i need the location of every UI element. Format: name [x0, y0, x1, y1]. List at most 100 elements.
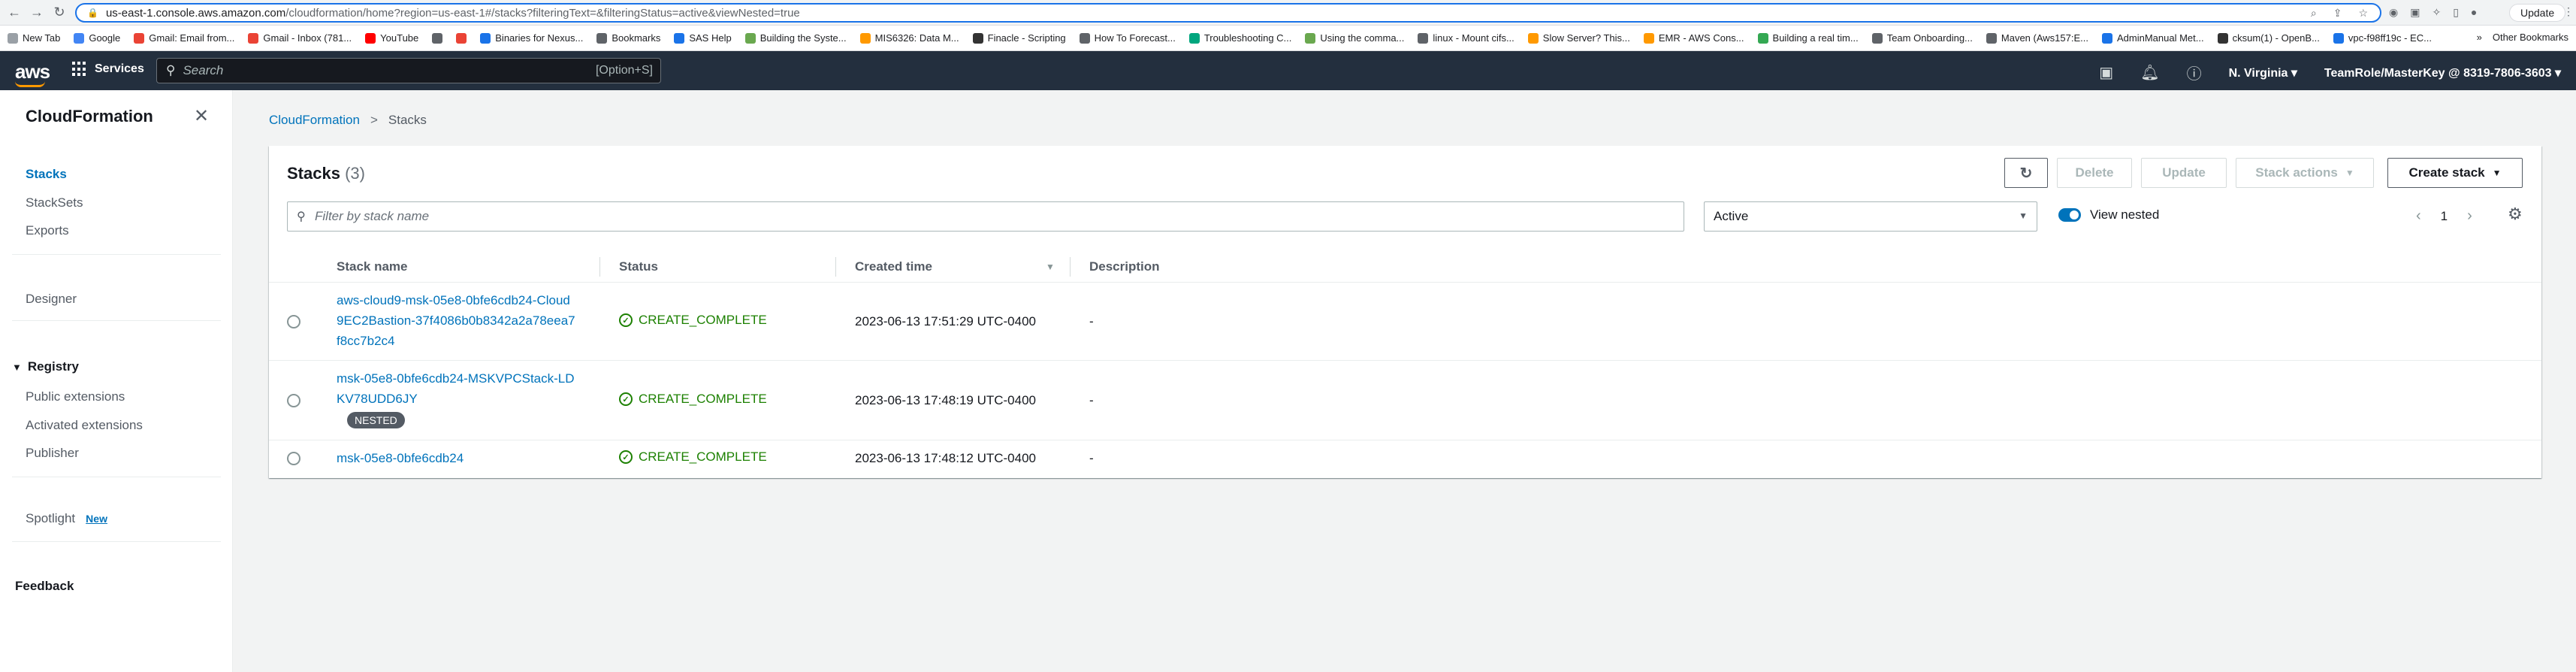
status-filter-select[interactable]: Active ▼ [1704, 201, 2037, 232]
bookmark-item[interactable]: Building a real tim... [1757, 32, 1859, 44]
bookmark-favicon-icon [1871, 32, 1883, 44]
bookmark-item[interactable]: Using the comma... [1305, 32, 1404, 44]
filter-input[interactable]: ⚲ Filter by stack name [287, 201, 1684, 232]
bookmark-item[interactable]: Troubleshooting C... [1188, 32, 1291, 44]
bookmark-item[interactable]: vpc-f98ff19c - EC... [2333, 32, 2432, 44]
bookmark-item[interactable]: Team Onboarding... [1871, 32, 1973, 44]
column-header-created-time[interactable]: Created time [855, 259, 932, 274]
bookmark-item[interactable]: Gmail: Email from... [134, 32, 234, 44]
table-row[interactable]: msk-05e8-0bfe6cdb24 ✓ CREATE_COMPLETE 20… [269, 440, 2541, 477]
bookmark-item[interactable]: How To Forecast... [1079, 32, 1176, 44]
sidebar-item-publisher[interactable]: Publisher [26, 446, 79, 461]
bookmark-item[interactable]: Building the Syste... [744, 32, 847, 44]
create-stack-button[interactable]: Create stack ▼ [2387, 158, 2523, 188]
bookmark-item[interactable] [456, 32, 467, 44]
bookmark-item[interactable]: MIS6326: Data M... [859, 32, 959, 44]
stack-name-link[interactable]: msk-05e8-0bfe6cdb24-MSKVPCStack-LDKV78UD… [337, 368, 577, 409]
sidebar-item-spotlight[interactable]: Spotlight New [26, 511, 107, 526]
row-select-radio[interactable] [287, 394, 300, 407]
bookmark-star-icon[interactable]: ☆ [2358, 7, 2368, 20]
forward-icon[interactable]: → [29, 5, 45, 20]
bookmark-item[interactable]: AdminManual Met... [2101, 32, 2204, 44]
bookmark-item[interactable]: SAS Help [674, 32, 732, 44]
update-button[interactable]: Update [2509, 4, 2566, 22]
aws-top-nav: aws Services ⚲ Search [Option+S] ▣ 🔔︎ ⓘ … [0, 51, 2576, 90]
row-select-radio[interactable] [287, 315, 300, 328]
close-icon[interactable]: ✕ [194, 105, 209, 127]
cloudshell-icon[interactable]: ▣ [2099, 63, 2113, 82]
address-bar[interactable]: 🔒 us-east-1.console.aws.amazon.com /clou… [75, 3, 2381, 23]
bookmark-item[interactable]: EMR - AWS Cons... [1643, 32, 1744, 44]
bookmark-item[interactable]: Slow Server? This... [1527, 32, 1630, 44]
breadcrumb-stacks: Stacks [388, 113, 427, 127]
other-bookmarks-folder[interactable]: Other Bookmarks [2493, 32, 2568, 43]
sidebar-title[interactable]: CloudFormation [26, 107, 153, 126]
breadcrumb-cloudformation[interactable]: CloudFormation [269, 113, 360, 128]
column-resizer[interactable] [599, 257, 600, 277]
bookmark-item[interactable]: Maven (Aws157:E... [1986, 32, 2088, 44]
bookmark-item[interactable]: New Tab [8, 32, 60, 44]
puzzle-icon[interactable]: ✧ [2432, 6, 2441, 19]
extension-icon[interactable]: ▣ [2410, 6, 2420, 19]
view-nested-toggle[interactable]: View nested [2058, 207, 2159, 222]
sidebar-icon[interactable]: ▯ [2453, 6, 2459, 19]
stack-actions-button[interactable]: Stack actions ▼ [2236, 158, 2374, 188]
row-select-radio[interactable] [287, 452, 300, 465]
chevron-right-icon[interactable]: › [2467, 207, 2472, 225]
menu-icon[interactable]: ⋮ [2563, 5, 2574, 18]
column-resizer[interactable] [1070, 257, 1071, 277]
notifications-icon[interactable]: 🔔︎ [2140, 63, 2159, 82]
feedback-link[interactable]: Feedback [15, 579, 74, 594]
page-number[interactable]: 1 [2441, 209, 2448, 224]
search-input[interactable]: ⚲ Search [Option+S] [156, 58, 661, 83]
column-header-stack-name[interactable]: Stack name [337, 259, 408, 274]
aws-logo[interactable]: aws [15, 60, 50, 87]
services-menu[interactable]: Services [72, 62, 144, 77]
nested-badge: NESTED [347, 412, 405, 428]
bookmark-item[interactable]: cksum(1) - OpenB... [2217, 32, 2320, 44]
zoom-icon[interactable]: ⌕ [2311, 7, 2317, 20]
column-header-description[interactable]: Description [1089, 259, 1160, 274]
bookmark-favicon-icon [1986, 32, 1997, 44]
sidebar-item-stacksets[interactable]: StackSets [26, 195, 83, 210]
back-icon[interactable]: ← [6, 5, 23, 20]
delete-button[interactable]: Delete [2057, 158, 2132, 188]
sort-descending-icon[interactable]: ▼ [1046, 262, 1055, 272]
update-stack-button[interactable]: Update [2141, 158, 2227, 188]
column-header-status[interactable]: Status [619, 259, 658, 274]
more-bookmarks-icon[interactable]: » [2477, 32, 2482, 43]
region-selector[interactable]: N. Virginia ▾ [2229, 65, 2297, 80]
bookmark-item[interactable]: YouTube [365, 32, 418, 44]
extension-icon[interactable]: ◉ [2389, 6, 2398, 19]
created-time: 2023-06-13 17:48:19 UTC-0400 [855, 393, 1036, 407]
reload-icon[interactable]: ↻ [51, 5, 68, 20]
bookmark-item[interactable] [432, 32, 443, 44]
bookmark-item[interactable]: Bookmarks [596, 32, 660, 44]
gear-icon[interactable]: ⚙ [2508, 204, 2523, 224]
profile-icon[interactable]: ● [2471, 6, 2477, 19]
registry-section-toggle[interactable]: ▼ Registry [12, 359, 79, 374]
table-row[interactable]: msk-05e8-0bfe6cdb24-MSKVPCStack-LDKV78UD… [269, 361, 2541, 440]
toggle-switch[interactable] [2058, 208, 2081, 222]
bookmark-item[interactable]: Google [74, 32, 120, 44]
refresh-button[interactable]: ↻ [2004, 158, 2048, 188]
status-text: CREATE_COMPLETE [639, 392, 767, 406]
sidebar-item-public-extensions[interactable]: Public extensions [26, 389, 125, 404]
stack-name-link[interactable]: msk-05e8-0bfe6cdb24 [337, 448, 577, 468]
bookmark-item[interactable]: Binaries for Nexus... [480, 32, 583, 44]
sidebar-item-stacks[interactable]: Stacks [26, 167, 67, 182]
sidebar-item-exports[interactable]: Exports [26, 223, 69, 238]
bookmark-favicon-icon [365, 32, 376, 44]
sidebar-item-activated-extensions[interactable]: Activated extensions [26, 418, 143, 433]
account-menu[interactable]: TeamRole/MasterKey @ 8319-7806-3603 ▾ [2324, 65, 2561, 80]
stack-name-link[interactable]: aws-cloud9-msk-05e8-0bfe6cdb24-Cloud9EC2… [337, 290, 577, 351]
table-row[interactable]: aws-cloud9-msk-05e8-0bfe6cdb24-Cloud9EC2… [269, 283, 2541, 361]
sidebar-item-designer[interactable]: Designer [26, 292, 77, 307]
column-resizer[interactable] [835, 257, 836, 277]
bookmark-item[interactable]: Gmail - Inbox (781... [248, 32, 352, 44]
help-icon[interactable]: ⓘ [2187, 62, 2202, 83]
chevron-left-icon[interactable]: ‹ [2416, 207, 2421, 225]
bookmark-item[interactable]: linux - Mount cifs... [1418, 32, 1514, 44]
bookmark-item[interactable]: Finacle - Scripting [972, 32, 1066, 44]
share-icon[interactable]: ⇪ [2333, 7, 2342, 20]
